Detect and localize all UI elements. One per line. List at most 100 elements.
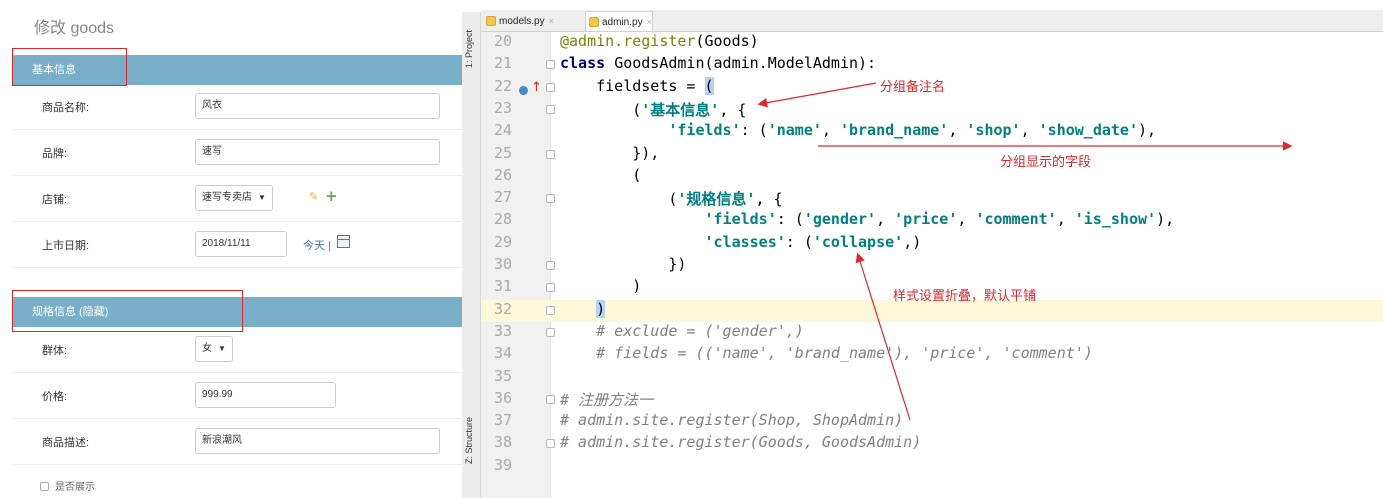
chevron-down-icon: ▼	[258, 193, 266, 202]
form-row-show-date: 上市日期: 2018/11/11 今天 |	[12, 222, 462, 268]
code-token: )	[560, 277, 642, 296]
page-title: 修改 goods	[34, 20, 115, 37]
code-token: '规格信息'	[677, 190, 756, 209]
structure-tool-button[interactable]: Z: Structure	[464, 417, 474, 464]
name-input[interactable]: 风衣	[195, 93, 440, 119]
code-token: , {	[755, 190, 783, 209]
code-line[interactable]: fieldsets = (	[560, 76, 714, 95]
name-label: 商品名称:	[42, 102, 90, 114]
code-token: 'is_show'	[1074, 210, 1157, 229]
annotation-collapse-note: 样式设置折叠，默认平铺	[893, 289, 1037, 304]
fold-marker-icon[interactable]	[546, 104, 555, 114]
project-tool-button[interactable]: 1: Project	[464, 30, 474, 68]
code-line[interactable]: }),	[560, 144, 659, 162]
tab-label: admin.py	[602, 17, 643, 28]
fold-marker-icon[interactable]	[546, 394, 555, 404]
form-row-gender: 群体: 女 ▼	[12, 327, 462, 373]
code-line[interactable]: )	[560, 299, 606, 318]
fold-marker-icon[interactable]	[546, 60, 555, 70]
code-line[interactable]: @admin.register(Goods)	[560, 32, 759, 50]
close-icon[interactable]: ×	[647, 17, 652, 27]
brand-label: 品牌:	[42, 148, 68, 160]
line-number: 25	[493, 143, 512, 162]
today-link[interactable]: 今天 |	[303, 237, 331, 253]
code-token: @admin.register	[560, 32, 696, 50]
code-token: ,	[957, 210, 976, 229]
fold-marker-icon[interactable]	[546, 82, 555, 92]
code-token: ),	[1138, 121, 1157, 140]
code-line[interactable]: ('规格信息', {	[560, 188, 783, 209]
line-number: 30	[493, 255, 512, 273]
fold-marker-icon[interactable]	[546, 305, 555, 315]
show-date-input[interactable]: 2018/11/11	[195, 231, 287, 257]
code-line[interactable]: 'classes': ('collapse',)	[560, 232, 922, 251]
line-number: 35	[493, 366, 512, 385]
code-line[interactable]: 'fields': ('gender', 'price', 'comment',…	[560, 210, 1175, 229]
breakpoint-icon[interactable]	[519, 86, 528, 95]
line-number: 32	[493, 299, 512, 318]
code-editor: 1: Project Z: Structure models.py × admin…	[462, 0, 1383, 498]
code-line[interactable]: # exclude = ('gender',)	[560, 322, 804, 340]
line-number: 33	[493, 321, 512, 340]
brand-input[interactable]: 速写	[195, 139, 440, 165]
code-token: ,	[948, 121, 967, 140]
python-file-icon	[589, 17, 599, 27]
line-number: 36	[493, 388, 512, 407]
code-token: 'price'	[894, 210, 958, 229]
code-token: 'fields'	[704, 210, 777, 229]
code-token: : (	[740, 121, 768, 140]
line-number: 28	[493, 210, 512, 229]
fold-marker-icon[interactable]	[546, 149, 555, 159]
code-line[interactable]: )	[560, 277, 641, 295]
tab-admin-py[interactable]: admin.py ×	[585, 11, 653, 31]
gender-select[interactable]: 女 ▼	[195, 336, 233, 362]
calendar-icon[interactable]	[337, 235, 350, 248]
line-number: 39	[493, 455, 512, 474]
fold-marker-icon[interactable]	[546, 194, 555, 204]
override-arrow-icon[interactable]: ↑	[531, 80, 542, 95]
code-line[interactable]: })	[560, 255, 686, 273]
is-show-checkbox-row[interactable]: 是否展示	[40, 478, 95, 493]
code-line[interactable]: # admin.site.register(Goods, GoodsAdmin)	[560, 433, 921, 451]
code-line[interactable]: # admin.site.register(Shop, ShopAdmin)	[560, 411, 903, 429]
code-line[interactable]: (	[560, 166, 641, 184]
code-token: })	[560, 255, 687, 273]
form-row-name: 商品名称: 风衣	[12, 84, 462, 130]
gender-select-value: 女	[202, 343, 212, 354]
code-token: 'show_date'	[1038, 121, 1138, 140]
fold-marker-icon[interactable]	[546, 327, 555, 337]
fold-marker-icon[interactable]	[546, 439, 555, 449]
code-token: : (	[776, 210, 804, 229]
code-token: (	[704, 76, 714, 95]
shop-select[interactable]: 速写专卖店 ▼	[195, 185, 273, 211]
highlight-box-basic-info	[12, 48, 127, 86]
add-icon[interactable]: +	[325, 187, 338, 205]
price-input[interactable]: 999.99	[195, 382, 336, 408]
code-line[interactable]: ('基本信息', {	[560, 99, 746, 120]
code-line[interactable]: # 注册方法一	[560, 389, 653, 410]
code-token: )	[596, 299, 606, 318]
code-token: # admin.site.register(Shop, ShopAdmin)	[560, 411, 904, 430]
line-number: 37	[493, 411, 512, 430]
show-date-label: 上市日期:	[42, 240, 90, 252]
code-line[interactable]: # fields = (('name', 'brand_name'), 'pri…	[560, 344, 1093, 362]
code-token: # 注册方法一	[560, 390, 654, 409]
code-line[interactable]: class GoodsAdmin(admin.ModelAdmin):	[560, 54, 876, 72]
code-line[interactable]: 'fields': ('name', 'brand_name', 'shop',…	[560, 121, 1156, 139]
close-icon[interactable]: ×	[549, 16, 554, 26]
code-token: 'brand_name'	[839, 121, 949, 140]
tab-models-py[interactable]: models.py ×	[483, 11, 554, 31]
code-token: # admin.site.register(Goods, GoodsAdmin)	[560, 433, 922, 452]
fold-marker-icon[interactable]	[546, 261, 555, 270]
fold-marker-icon[interactable]	[546, 283, 555, 293]
is-show-checkbox[interactable]	[40, 482, 49, 491]
pencil-icon[interactable]: ✎	[309, 190, 318, 203]
comment-input[interactable]: 新浪潮风	[195, 428, 440, 454]
code-token: # fields = (('name', 'brand_name'), 'pri…	[560, 344, 1093, 363]
line-number: 31	[493, 277, 512, 296]
code-token: 'collapse'	[812, 232, 904, 251]
code-token: # exclude = ('gender',)	[560, 321, 804, 340]
